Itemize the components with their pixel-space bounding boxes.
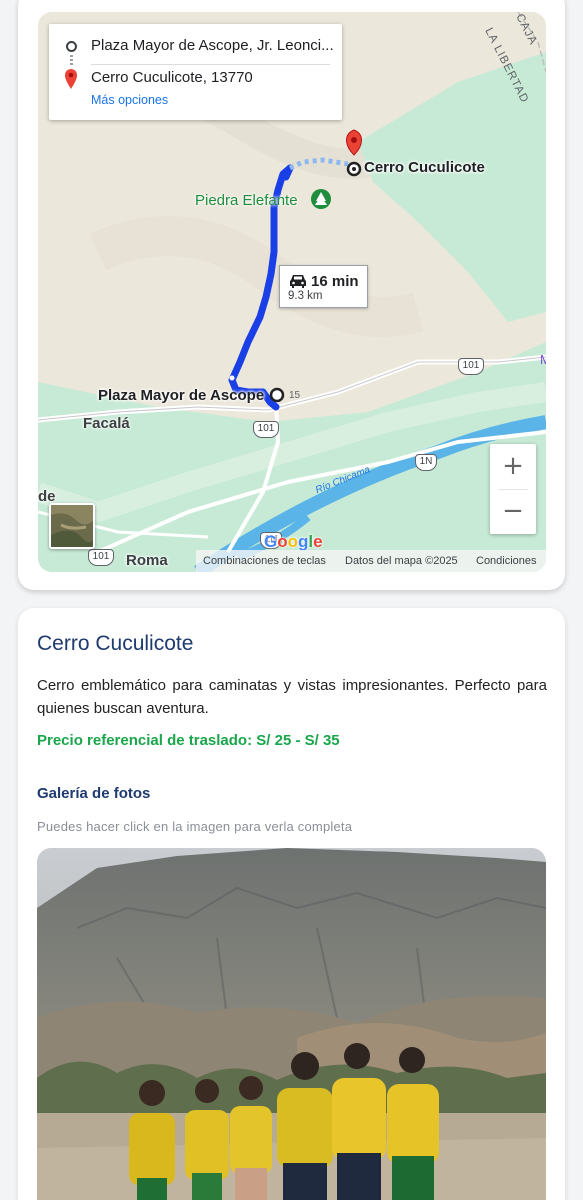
edge-letter-label: M (540, 352, 546, 367)
keyboard-shortcuts-link[interactable]: Combinaciones de teclas (203, 555, 326, 567)
map-view[interactable]: Cerro Cuculicote Plaza Mayor de Ascope P… (38, 12, 546, 572)
origin-map-label[interactable]: Plaza Mayor de Ascope (98, 387, 264, 404)
route-shield-101: 101 (253, 421, 279, 438)
zoom-controls: + − (490, 444, 536, 534)
zoom-in-button[interactable]: + (490, 444, 536, 489)
route-distance: 9.3 km (288, 290, 323, 302)
origin-address[interactable]: Plaza Mayor de Ascope, Jr. Leonci... (91, 37, 334, 54)
destination-map-label[interactable]: Cerro Cuculicote (364, 159, 485, 176)
route-time-badge[interactable]: 16 min 9.3 km (279, 265, 368, 308)
km-marker: 15 (289, 390, 301, 401)
google-logo: Google (264, 532, 323, 551)
group-photo-image (37, 848, 546, 1200)
satellite-thumbnail-icon (51, 505, 93, 547)
place-description: Cerro emblemático para caminatas y vista… (37, 677, 547, 717)
destination-address[interactable]: Cerro Cuculicote, 13770 (91, 69, 253, 86)
destination-pin-icon (65, 69, 77, 89)
price-info: Precio referencial de traslado: S/ 25 - … (37, 732, 340, 749)
more-options-link[interactable]: Más opciones (91, 93, 168, 107)
partial-town-label-bottom: Roma (126, 552, 168, 569)
directions-panel: Plaza Mayor de Ascope, Jr. Leonci... Cer… (49, 24, 342, 120)
route-shield-101: 101 (458, 358, 484, 375)
park-label[interactable]: Piedra Elefante (195, 192, 298, 209)
car-icon (290, 275, 306, 288)
map-data-link[interactable]: Datos del mapa ©2025 (345, 555, 458, 567)
place-info-card: Cerro Cuculicote Cerro emblemático para … (18, 608, 565, 1200)
page: Cerro Cuculicote Plaza Mayor de Ascope P… (0, 0, 583, 1200)
route-time: 16 min (311, 273, 359, 290)
satellite-layer-button[interactable] (49, 503, 95, 549)
route-dots-icon (70, 55, 73, 67)
place-title: Cerro Cuculicote (37, 632, 194, 655)
origin-circle-icon (66, 41, 77, 52)
gallery-title: Galería de fotos (37, 785, 151, 802)
route-shield-101: 101 (88, 549, 114, 566)
gallery-hint: Puedes hacer click en la imagen para ver… (37, 819, 353, 834)
divider (91, 64, 330, 65)
map-card: Cerro Cuculicote Plaza Mayor de Ascope P… (18, 0, 565, 590)
map-attribution-bar: Combinaciones de teclas Datos del mapa ©… (196, 550, 546, 572)
gallery-photo[interactable] (37, 848, 546, 1200)
zoom-out-button[interactable]: − (490, 489, 536, 534)
town-label: Facalá (83, 415, 130, 432)
terms-link[interactable]: Condiciones (476, 555, 537, 567)
route-shield-1n: 1N (415, 454, 437, 471)
